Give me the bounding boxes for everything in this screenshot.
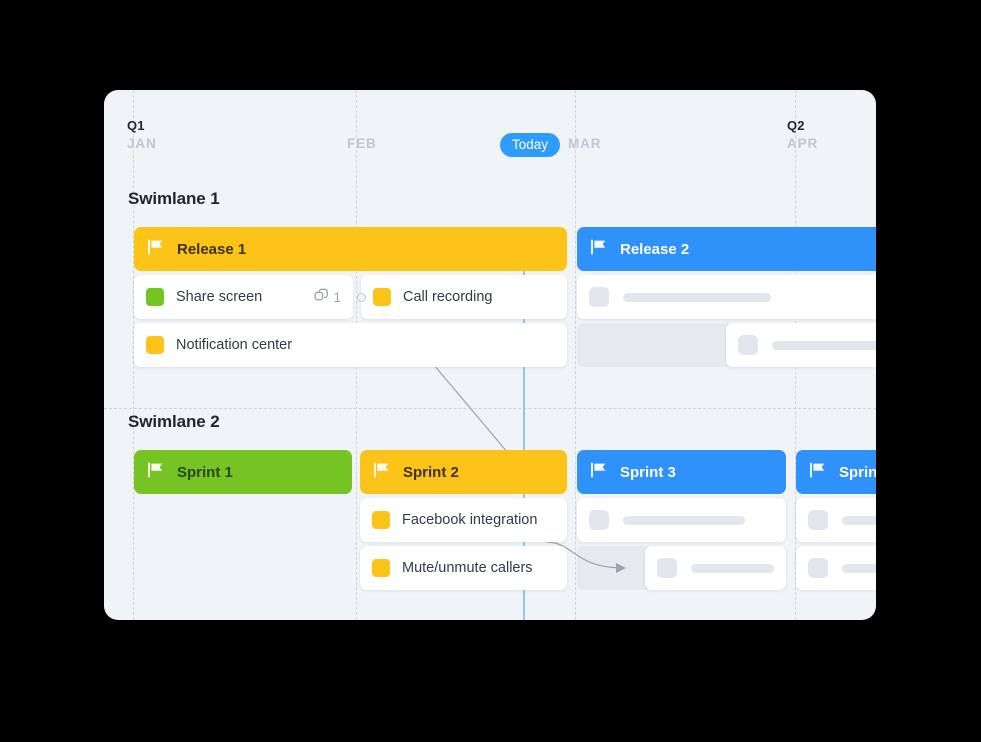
placeholder-swatch [808, 510, 828, 530]
task-label: Notification center [176, 337, 293, 353]
today-marker-pill[interactable]: Today [500, 133, 561, 157]
placeholder-bar [772, 340, 876, 350]
placeholder-swatch [808, 558, 828, 578]
swimlane-title-2: Swimlane 2 [128, 412, 220, 431]
placeholder-card[interactable] [577, 498, 786, 542]
placeholder-card[interactable] [796, 498, 876, 542]
flag-icon [148, 239, 165, 260]
placeholder-card[interactable] [796, 546, 876, 590]
placeholder-swatch [657, 558, 677, 578]
placeholder-card[interactable] [726, 323, 876, 367]
month-label-feb: FEB [347, 136, 377, 151]
status-swatch [146, 288, 164, 306]
placeholder-swatch [589, 510, 609, 530]
epic-label: Release 1 [177, 240, 247, 258]
placeholder-bar [842, 515, 876, 525]
task-facebook-integration[interactable]: Facebook integration [360, 498, 567, 542]
swimlane-title-1: Swimlane 1 [128, 189, 220, 208]
epic-label: Sprint 2 [403, 463, 459, 481]
roadmap-panel: Today Q1 JAN FEB MAR Q2 APR Swimlane 1 R… [104, 90, 876, 620]
month-label-mar: MAR [568, 136, 602, 151]
epic-release-1[interactable]: Release 1 [134, 227, 567, 271]
status-swatch [372, 511, 390, 529]
connector-dot [357, 293, 366, 302]
epic-release-2[interactable]: Release 2 [577, 227, 876, 271]
month-label-jan: JAN [127, 136, 157, 151]
status-swatch [372, 559, 390, 577]
quarter-label-q2: Q2 [787, 118, 805, 133]
screenshot-stage: Today Q1 JAN FEB MAR Q2 APR Swimlane 1 R… [0, 0, 981, 742]
task-call-recording[interactable]: Call recording [361, 275, 567, 319]
task-link-meta[interactable]: 1 [314, 288, 341, 306]
task-label: Share screen [176, 289, 263, 305]
gridline-mar [575, 90, 576, 620]
placeholder-bar [691, 563, 774, 573]
swimlane-divider [104, 408, 876, 409]
quarter-label-q1: Q1 [127, 118, 145, 133]
status-swatch [373, 288, 391, 306]
flag-icon [591, 239, 608, 260]
task-mute-unmute-callers[interactable]: Mute/unmute callers [360, 546, 567, 590]
link-count: 1 [333, 289, 341, 305]
month-label-apr: APR [787, 136, 819, 151]
epic-sprint-1[interactable]: Sprint 1 [134, 450, 352, 494]
task-share-screen[interactable]: Share screen 1 [134, 275, 353, 319]
epic-label: Sprint 3 [620, 463, 676, 481]
task-label: Facebook integration [402, 512, 538, 528]
placeholder-swatch [589, 287, 609, 307]
flag-icon [591, 462, 608, 483]
flag-icon [374, 462, 391, 483]
placeholder-bar [623, 515, 745, 525]
placeholder-card[interactable] [577, 275, 876, 319]
epic-sprint-2[interactable]: Sprint 2 [360, 450, 567, 494]
links-icon [314, 288, 329, 306]
task-label: Call recording [403, 289, 493, 305]
task-notification-center[interactable]: Notification center [134, 323, 567, 367]
epic-label: Sprint 1 [177, 463, 233, 481]
flag-icon [810, 462, 827, 483]
placeholder-bar [842, 563, 876, 573]
flag-icon [148, 462, 165, 483]
placeholder-bar [623, 292, 771, 302]
placeholder-swatch [738, 335, 758, 355]
epic-sprint-3[interactable]: Sprint 3 [577, 450, 786, 494]
epic-label: Sprint 4 [839, 463, 876, 481]
epic-label: Release 2 [620, 240, 690, 258]
placeholder-card[interactable] [645, 546, 786, 590]
status-swatch [146, 336, 164, 354]
epic-sprint-4[interactable]: Sprint 4 [796, 450, 876, 494]
task-label: Mute/unmute callers [402, 560, 533, 576]
